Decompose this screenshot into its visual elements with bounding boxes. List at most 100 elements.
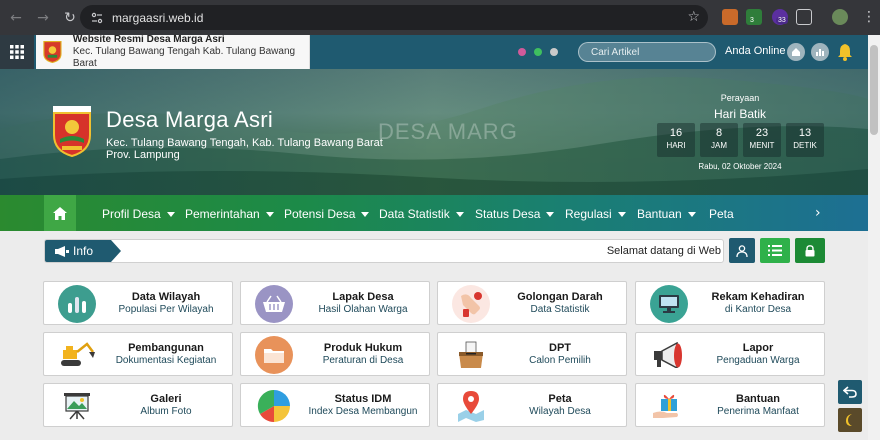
page-scrollbar[interactable] [868, 35, 880, 440]
card-rekam-kehadiran[interactable]: Rekam Kehadiran di Kantor Desa [635, 281, 825, 325]
home-round-icon[interactable] [787, 43, 805, 61]
megaphone-icon [650, 336, 688, 374]
dark-mode-toggle[interactable] [838, 408, 862, 432]
site-topbar: Website Resmi Desa Marga Asri Kec. Tulan… [0, 35, 868, 69]
page: Website Resmi Desa Marga Asri Kec. Tulan… [0, 35, 868, 440]
nav-item-regulasi[interactable]: Regulasi [565, 207, 626, 221]
back-to-top-button[interactable] [838, 380, 862, 404]
card-golongan-darah[interactable]: Golongan Darah Data Statistik [437, 281, 627, 325]
countdown-hours: 8 JAM [700, 123, 738, 157]
card-lapak-desa[interactable]: Lapak Desa Hasil Olahan Warga [240, 281, 430, 325]
site-subtitle: Kec. Tulang Bawang Tengah Kab. Tulang Ba… [72, 46, 296, 69]
home-icon[interactable] [44, 195, 76, 231]
village-logo [53, 106, 91, 157]
extension-fox-icon[interactable] [722, 9, 738, 25]
card-bantuan[interactable]: Bantuan Penerima Manfaat [635, 383, 825, 427]
lock-icon [805, 244, 815, 256]
hero-banner: Desa Marga Asri Kec. Tulang Bawang Tenga… [0, 69, 868, 195]
extension-green-icon[interactable]: 3 [746, 9, 762, 25]
search-input[interactable] [579, 46, 723, 58]
site-title: Website Resmi Desa Marga Asri [72, 35, 225, 45]
village-district: Kec. Tulang Bawang Tengah, Kab. Tulang B… [106, 137, 383, 149]
online-label: Anda Online [725, 45, 786, 57]
event-label: Perayaan [720, 93, 760, 103]
list-icon [768, 245, 782, 256]
status-dots [518, 48, 558, 56]
apps-grid-icon[interactable] [0, 35, 34, 69]
countdown-minutes: 23 MENIT [743, 123, 781, 157]
url-text[interactable]: margaasri.web.id [112, 11, 203, 25]
article-search [578, 42, 723, 62]
event-name: Hari Batik [713, 107, 766, 121]
chevron-down-icon [166, 211, 175, 217]
chevron-right-icon[interactable]: › [815, 205, 821, 221]
folder-icon [255, 336, 293, 374]
forward-icon[interactable]: → [32, 7, 54, 29]
map-pin-icon [452, 387, 490, 425]
card-produk-hukum[interactable]: Produk Hukum Peraturan di Desa [240, 332, 430, 376]
extensions-puzzle-icon[interactable] [796, 9, 812, 25]
countdown-seconds: 13 DETIK [786, 123, 824, 157]
countdown-days: 16 HARI [657, 123, 695, 157]
info-ticker: Info Selamat datang di Web [44, 239, 724, 263]
chevron-down-icon [617, 211, 626, 217]
nav-item-data-statistik[interactable]: Data Statistik [379, 207, 464, 221]
chevron-down-icon [687, 211, 696, 217]
card-lapor[interactable]: Lapor Pengaduan Warga [635, 332, 825, 376]
info-marquee-text: Selamat datang di Web [606, 245, 721, 257]
back-icon[interactable]: ← [5, 7, 27, 29]
pie-chart-icon [255, 387, 293, 425]
bell-icon[interactable] [836, 43, 854, 61]
bar-chart-icon [58, 285, 96, 323]
status-dot [550, 48, 558, 56]
card-dpt[interactable]: DPT Calon Pemilih [437, 332, 627, 376]
picture-board-icon [58, 387, 96, 425]
hero-watermark: DESA MARG [378, 119, 518, 144]
village-province: Prov. Lampung [106, 149, 180, 161]
info-bar: Info Selamat datang di Web [0, 231, 868, 275]
status-dot [534, 48, 542, 56]
site-settings-icon[interactable] [90, 11, 104, 25]
card-peta[interactable]: Peta Wilayah Desa [437, 383, 627, 427]
browser-toolbar: ← → ↻ margaasri.web.id ☆ 3 33 ⋮ [0, 0, 880, 35]
list-menu-button[interactable] [760, 238, 790, 263]
moon-icon [846, 414, 852, 426]
card-pembangunan[interactable]: Pembangunan Dokumentasi Kegiatan [43, 332, 233, 376]
card-data-wilayah[interactable]: Data Wilayah Populasi Per Wilayah [43, 281, 233, 325]
profile-avatar[interactable] [832, 9, 848, 25]
info-tag: Info [45, 240, 121, 262]
nav-item-pemerintahan[interactable]: Pemerintahan [185, 207, 274, 221]
lock-button[interactable] [795, 238, 825, 263]
main-navigation: Profil Desa Pemerintahan Potensi Desa Da… [0, 195, 868, 231]
nav-item-potensi-desa[interactable]: Potensi Desa [284, 207, 370, 221]
monitor-icon [650, 285, 688, 323]
stats-round-icon[interactable] [811, 43, 829, 61]
ballot-box-icon [452, 336, 490, 374]
chevron-down-icon [546, 211, 555, 217]
current-date: Rabu, 02 Oktober 2024 [698, 162, 782, 171]
blood-hand-icon [452, 285, 490, 323]
return-arrow-icon [843, 386, 857, 398]
village-emblem-icon [43, 40, 62, 64]
nav-item-bantuan[interactable]: Bantuan [637, 207, 696, 221]
chevron-down-icon [455, 211, 464, 217]
address-bar[interactable]: margaasri.web.id ☆ [80, 5, 708, 30]
browser-menu-icon[interactable]: ⋮ [858, 6, 880, 28]
site-brand[interactable]: Website Resmi Desa Marga Asri Kec. Tulan… [36, 35, 310, 69]
user-login-button[interactable] [729, 238, 755, 263]
card-status-idm[interactable]: Status IDM Index Desa Membangun [240, 383, 430, 427]
nav-item-profil-desa[interactable]: Profil Desa [102, 207, 175, 221]
extension-purple-icon[interactable]: 33 [772, 9, 788, 25]
card-galeri[interactable]: Galeri Album Foto [43, 383, 233, 427]
gift-icon [650, 387, 688, 425]
chevron-down-icon [265, 211, 274, 217]
extension-badge: 3 [748, 17, 756, 24]
megaphone-icon [55, 245, 69, 257]
user-icon [736, 244, 748, 257]
scrollbar-thumb[interactable] [870, 45, 878, 135]
bookmark-star-icon[interactable]: ☆ [687, 9, 700, 25]
nav-item-peta[interactable]: Peta [709, 207, 734, 221]
nav-item-status-desa[interactable]: Status Desa [475, 207, 555, 221]
reload-icon[interactable]: ↻ [59, 7, 81, 29]
chevron-down-icon [361, 211, 370, 217]
